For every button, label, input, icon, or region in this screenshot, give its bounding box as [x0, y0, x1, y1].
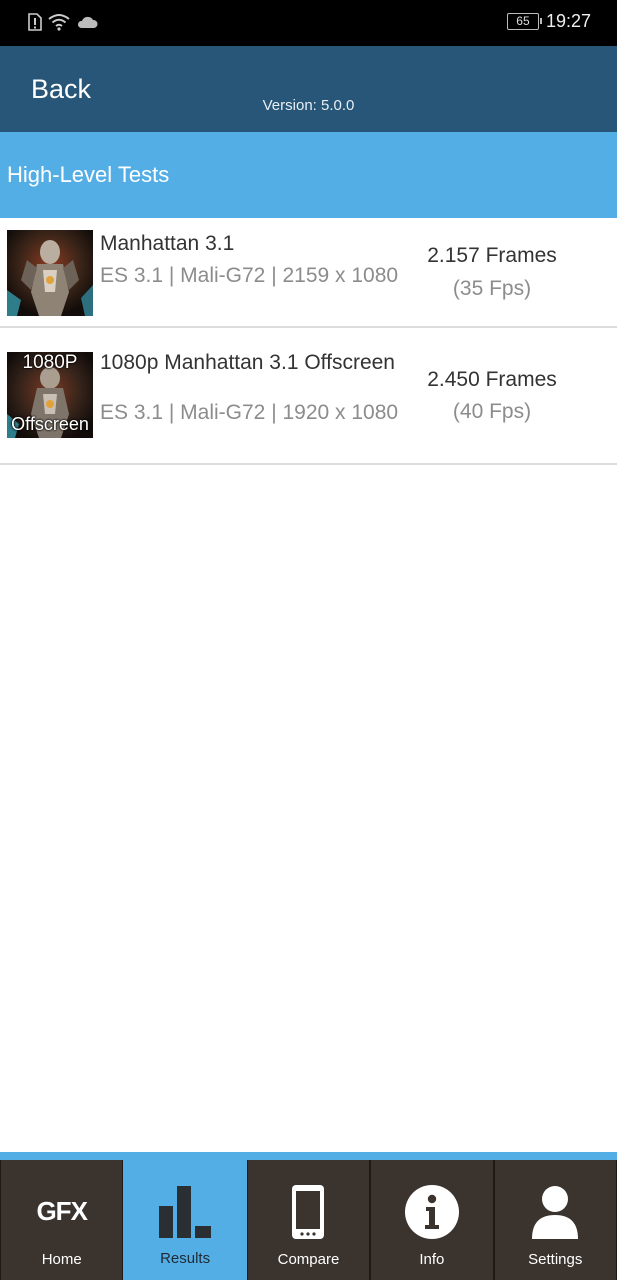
bottom-nav: GFX Home Results Compare Info Settings [0, 1152, 617, 1280]
nav-results-label: Results [160, 1250, 211, 1267]
status-time: 19:27 [545, 11, 591, 31]
score-fps: (40 Fps) [452, 400, 532, 423]
test-detail: ES 3.1 | Mali-G72 | 2159 x 1080 [100, 264, 399, 287]
test-name: 1080p Manhattan 3.1 Offscreen [100, 351, 395, 374]
nav-info[interactable]: Info [370, 1160, 494, 1280]
version-label: Version: 5.0.0 [262, 97, 355, 114]
nav-home[interactable]: GFX Home [0, 1160, 124, 1280]
section-header: High-Level Tests [0, 132, 617, 218]
info-icon [404, 1185, 459, 1239]
wifi-icon [48, 14, 70, 31]
thumbnail-label-bottom: Offscreen [11, 414, 89, 434]
result-row[interactable]: 1080P Offscreen 1080p Manhattan 3.1 Offs… [0, 328, 617, 465]
cloud-icon [77, 16, 98, 28]
thumbnail-label-top: 1080P [22, 352, 78, 373]
test-thumbnail [7, 230, 93, 316]
result-list: Manhattan 3.1 ES 3.1 | Mali-G72 | 2159 x… [0, 218, 617, 465]
test-thumbnail: 1080P Offscreen [7, 352, 93, 438]
score-frames: 2.450 Frames [427, 368, 557, 391]
nav-compare-label: Compare [277, 1251, 340, 1268]
status-bar: 65 19:27 [0, 0, 617, 46]
user-icon [532, 1186, 579, 1239]
section-title: High-Level Tests [7, 162, 170, 187]
test-name: Manhattan 3.1 [100, 232, 235, 255]
nav-settings[interactable]: Settings [493, 1160, 617, 1280]
sim-alert-icon [28, 13, 42, 31]
score-fps: (35 Fps) [452, 277, 532, 300]
score-frames: 2.157 Frames [427, 244, 557, 267]
result-row[interactable]: Manhattan 3.1 ES 3.1 | Mali-G72 | 2159 x… [0, 218, 617, 328]
nav-compare[interactable]: Compare [246, 1160, 371, 1280]
gfx-logo-icon: GFX [36, 1196, 87, 1226]
phone-icon [292, 1185, 325, 1239]
app-header: Back Version: 5.0.0 [0, 46, 617, 132]
nav-home-label: Home [41, 1251, 82, 1268]
nav-settings-label: Settings [528, 1251, 583, 1268]
nav-info-label: Info [419, 1251, 445, 1268]
nav-results[interactable]: Results [123, 1160, 247, 1280]
test-detail: ES 3.1 | Mali-G72 | 1920 x 1080 [100, 401, 399, 424]
battery-icon: 65 [506, 13, 542, 30]
status-icons-left [28, 13, 98, 31]
bar-chart-icon [159, 1186, 212, 1238]
status-icons-right: 65 19:27 [506, 11, 591, 32]
